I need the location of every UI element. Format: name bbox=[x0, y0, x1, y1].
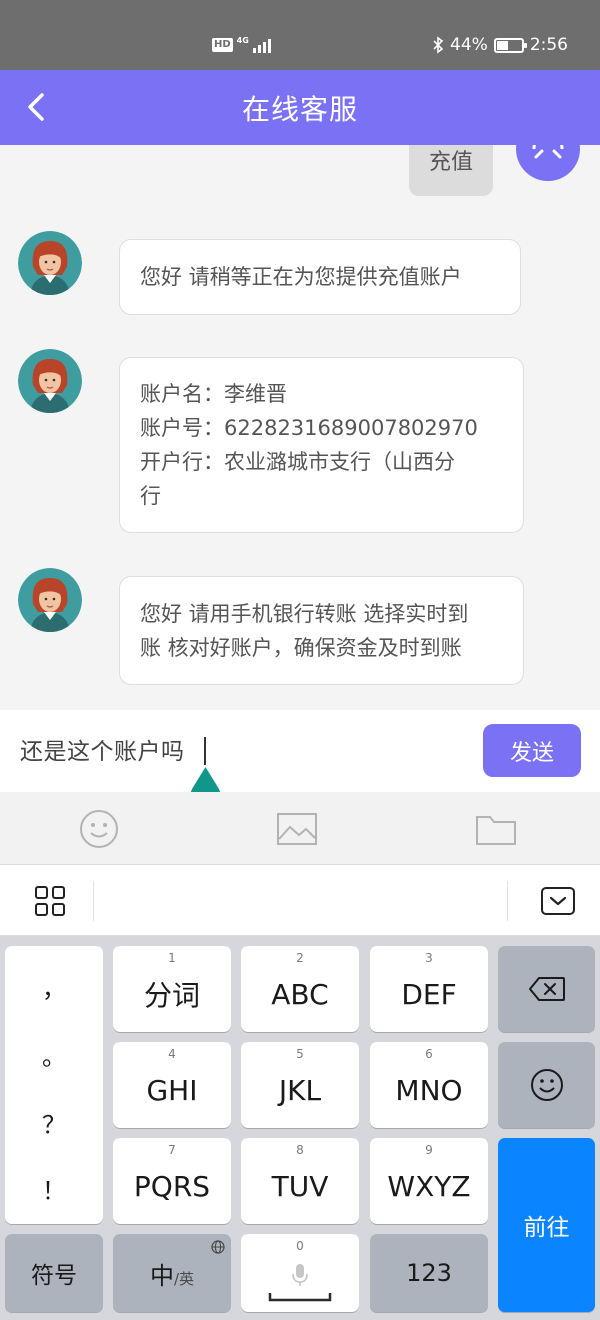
english-label: /英 bbox=[173, 1269, 195, 1288]
keyboard-menu-button[interactable] bbox=[30, 881, 70, 921]
globe-icon bbox=[211, 1240, 225, 1254]
status-right: 44% 2:56 bbox=[432, 32, 568, 58]
agent-avatar-icon bbox=[18, 231, 82, 295]
emoji-key[interactable] bbox=[498, 1042, 595, 1128]
key-2[interactable]: 2 ABC bbox=[241, 946, 359, 1032]
agent-message-text: 您好 请用手机银行转账 选择实时到 账 核对好账户，确保资金及时到账 bbox=[140, 601, 469, 660]
hide-keyboard-button[interactable] bbox=[538, 881, 578, 921]
keyboard: ， 。 ？ ！ 1 分词 2 ABC 3 DEF 4 GHI 5 JKL 6 M… bbox=[0, 936, 600, 1320]
numbers-key[interactable]: 123 bbox=[370, 1234, 488, 1312]
agent-message-text: 您好 请稍等正在为您提供充值账户 bbox=[140, 265, 462, 289]
network-type: 4G bbox=[236, 36, 249, 45]
agent-avatar-icon bbox=[18, 349, 82, 413]
backspace-icon bbox=[528, 977, 565, 1001]
agent-message-bubble[interactable]: 账户名：李维晋 账户号：6228231689007802970 开户行：农业潞城… bbox=[119, 357, 524, 533]
send-button[interactable]: 发送 bbox=[483, 724, 581, 777]
punctuation-column[interactable]: ， 。 ？ ！ bbox=[5, 946, 103, 1224]
network-indicators: HD 4G bbox=[212, 34, 271, 56]
user-message-text: 充值 bbox=[428, 150, 473, 175]
microphone-icon bbox=[292, 1264, 308, 1286]
image-button[interactable] bbox=[277, 809, 317, 849]
folder-button[interactable] bbox=[476, 809, 516, 849]
chat-area[interactable]: 充值 您好 请稍等正在为您提供充值账户 账户名：李维晋 账户号：62282316… bbox=[0, 145, 600, 710]
signal-icon bbox=[252, 37, 271, 53]
divider bbox=[93, 881, 94, 921]
key-1[interactable]: 1 分词 bbox=[113, 946, 231, 1032]
status-bar: HD 4G 44% 2:56 bbox=[0, 0, 600, 70]
key-5[interactable]: 5 JKL bbox=[241, 1042, 359, 1128]
clock: 2:56 bbox=[529, 35, 568, 55]
space-key[interactable]: 0 bbox=[241, 1234, 359, 1312]
go-key[interactable]: 前往 bbox=[498, 1138, 595, 1312]
agent-avatar-icon bbox=[18, 568, 82, 632]
key-3[interactable]: 3 DEF bbox=[370, 946, 488, 1032]
user-avatar[interactable] bbox=[516, 145, 580, 181]
user-avatar-icon bbox=[532, 145, 564, 159]
key-8[interactable]: 8 TUV bbox=[241, 1138, 359, 1224]
agent-avatar bbox=[18, 349, 82, 413]
keyboard-toolbar bbox=[0, 865, 600, 936]
hd-badge: HD bbox=[212, 38, 233, 52]
language-switch-key[interactable]: 中 /英 bbox=[113, 1234, 231, 1312]
attachment-toolbar bbox=[0, 792, 600, 865]
key-exclamation[interactable]: ！ bbox=[5, 1154, 103, 1222]
emoji-icon bbox=[530, 1069, 563, 1101]
composer-bar: 还是这个账户吗 发送 bbox=[0, 710, 600, 809]
key-6[interactable]: 6 MNO bbox=[370, 1042, 488, 1128]
agent-message-text: 账户名：李维晋 账户号：6228231689007802970 开户行：农业潞城… bbox=[140, 382, 478, 508]
agent-avatar bbox=[18, 231, 82, 295]
title-bar: 在线客服 bbox=[0, 70, 600, 145]
emoji-icon bbox=[80, 810, 118, 848]
text-caret bbox=[204, 737, 206, 765]
divider bbox=[507, 881, 508, 921]
bluetooth-icon bbox=[433, 36, 444, 54]
key-question[interactable]: ？ bbox=[5, 1088, 103, 1156]
message-input[interactable]: 还是这个账户吗 bbox=[20, 732, 185, 766]
backspace-key[interactable] bbox=[498, 946, 595, 1032]
grid-icon bbox=[35, 886, 65, 916]
battery-icon bbox=[493, 37, 527, 53]
battery-percent: 44% bbox=[450, 35, 488, 55]
symbols-key[interactable]: 符号 bbox=[5, 1234, 103, 1312]
space-bar-icon bbox=[268, 1293, 332, 1302]
user-message-bubble[interactable]: 充值 bbox=[409, 145, 493, 196]
image-icon bbox=[277, 813, 317, 845]
key-7[interactable]: 7 PQRS bbox=[113, 1138, 231, 1224]
folder-icon bbox=[476, 816, 516, 845]
keyboard-hide-icon bbox=[541, 887, 575, 915]
key-4[interactable]: 4 GHI bbox=[113, 1042, 231, 1128]
chinese-label: 中 bbox=[149, 1261, 174, 1290]
emoji-button[interactable] bbox=[79, 809, 119, 849]
key-period[interactable]: 。 bbox=[5, 1020, 103, 1088]
key-9[interactable]: 9 WXYZ bbox=[370, 1138, 488, 1224]
agent-avatar bbox=[18, 568, 82, 632]
agent-message-bubble[interactable]: 您好 请稍等正在为您提供充值账户 bbox=[119, 239, 521, 315]
agent-message-bubble[interactable]: 您好 请用手机银行转账 选择实时到 账 核对好账户，确保资金及时到账 bbox=[119, 576, 524, 685]
page-title: 在线客服 bbox=[241, 93, 358, 126]
key-comma[interactable]: ， bbox=[5, 952, 103, 1020]
